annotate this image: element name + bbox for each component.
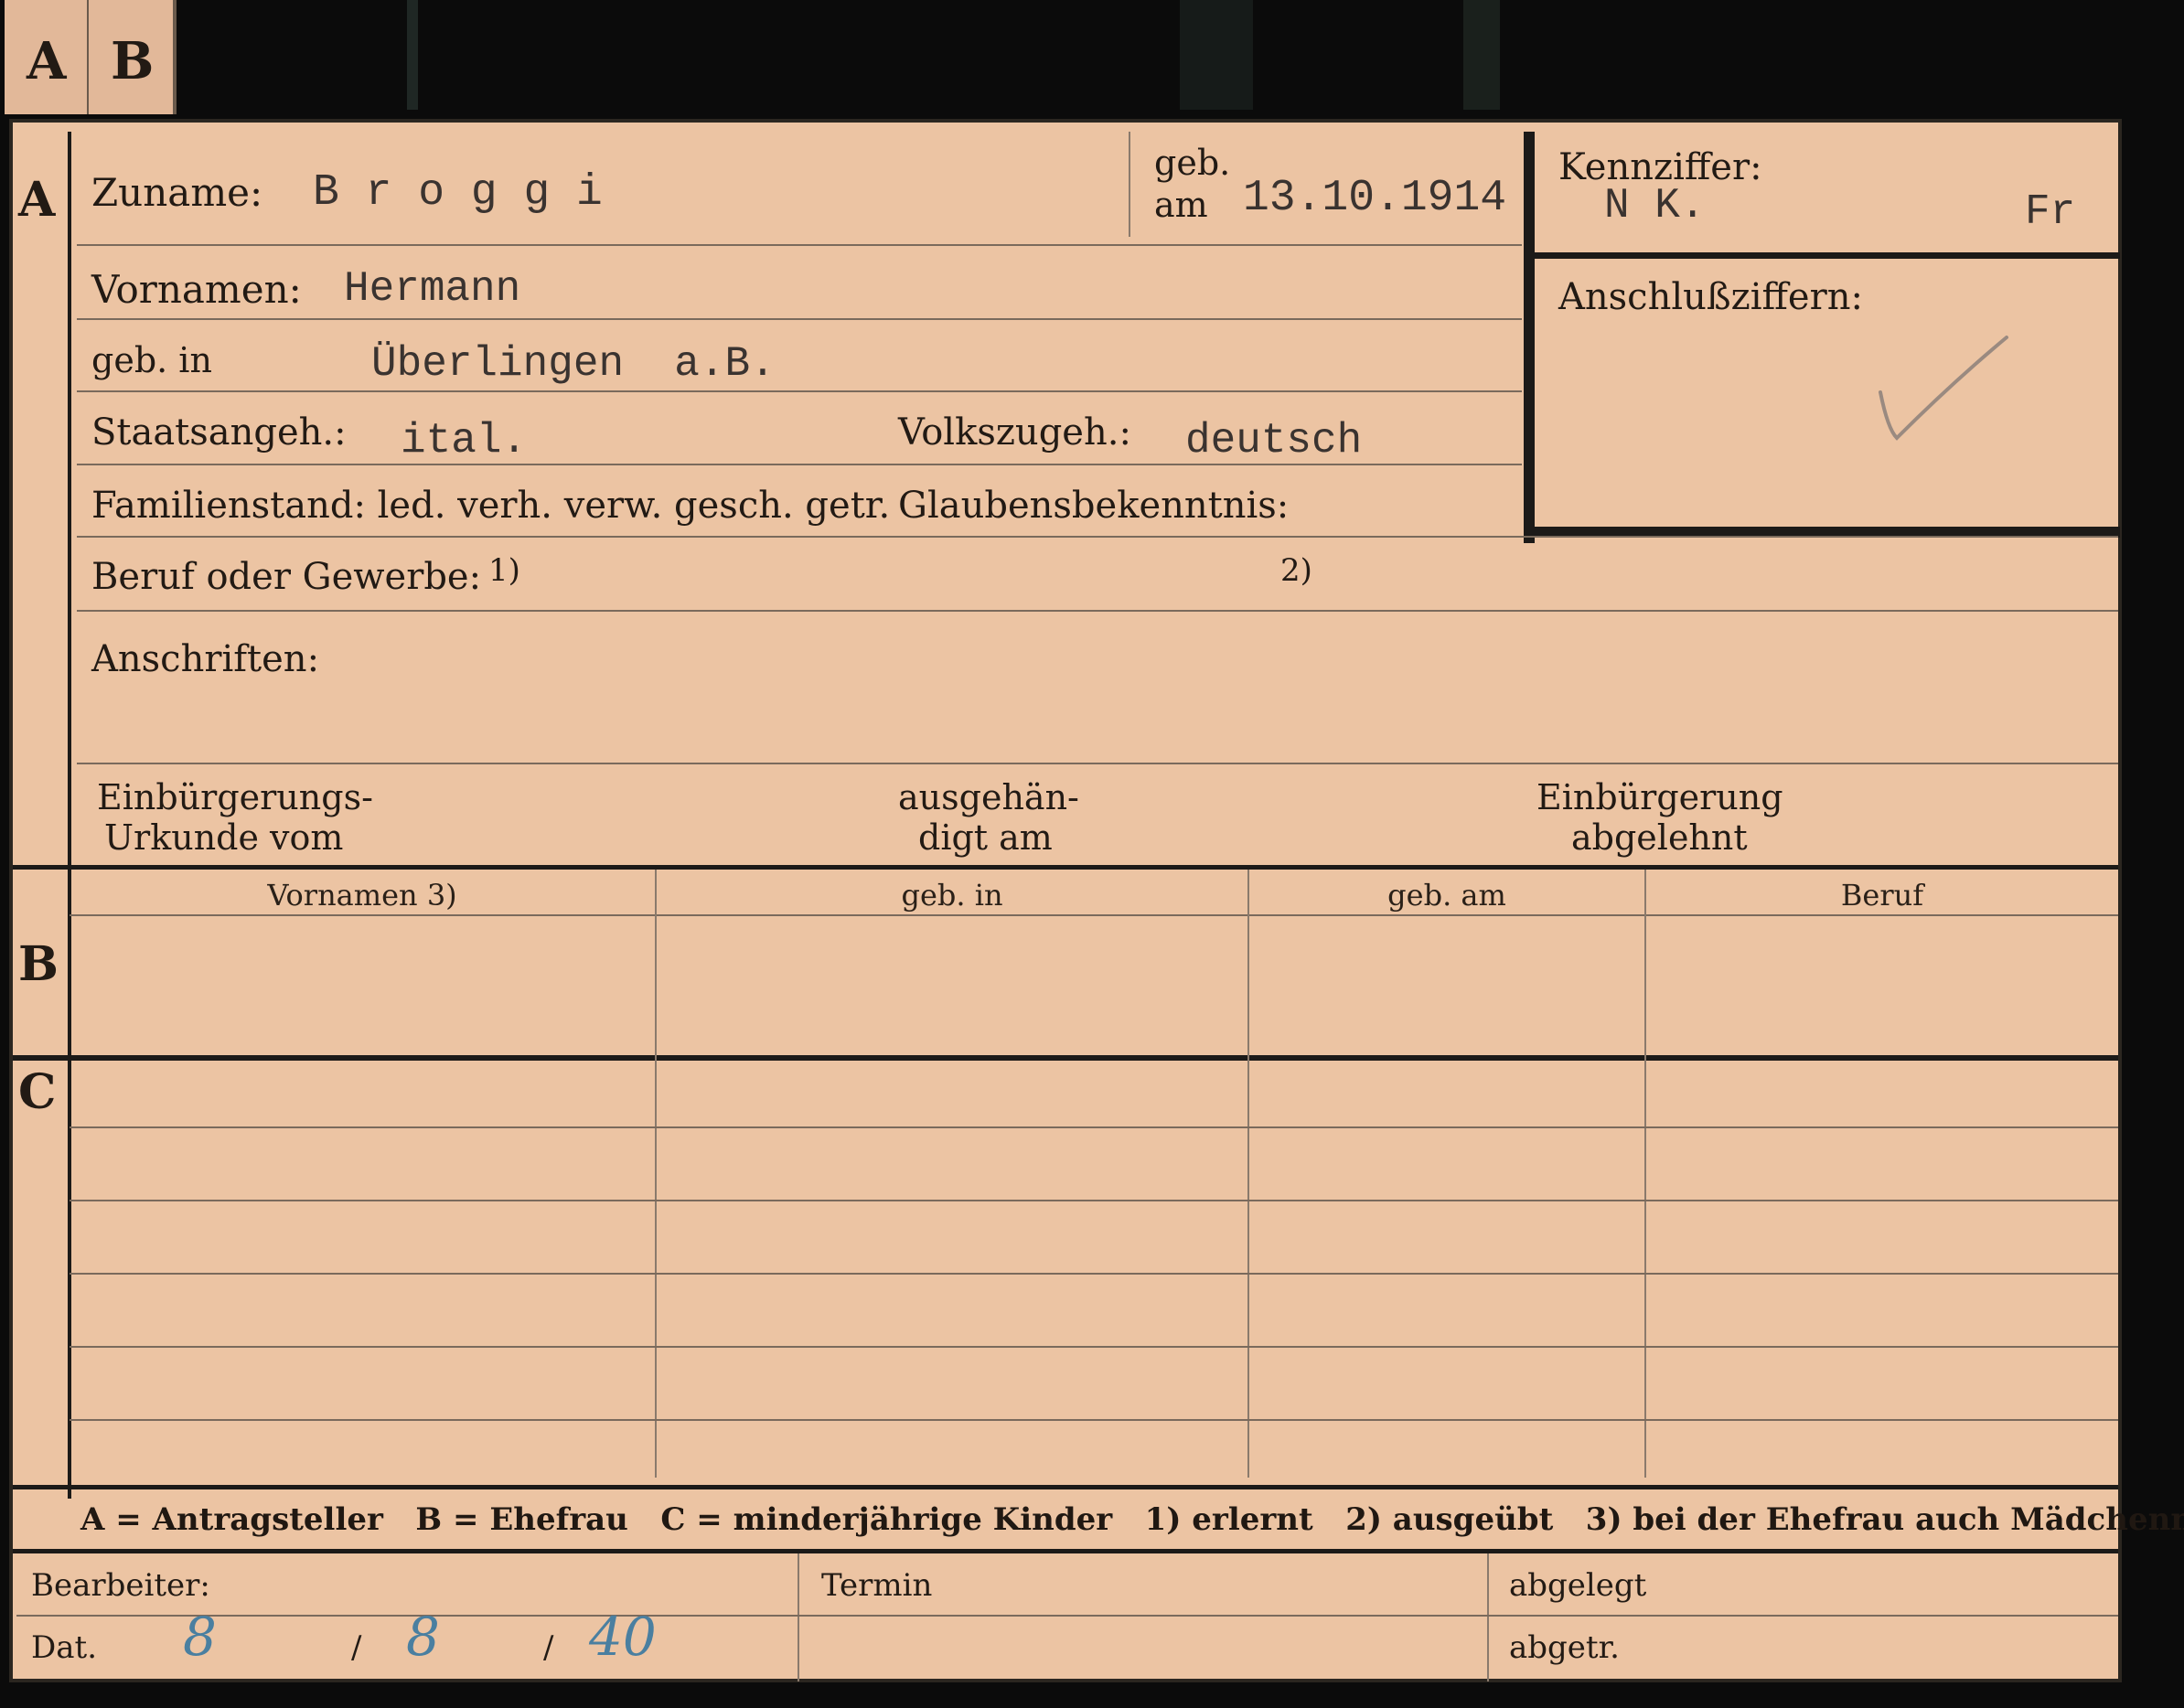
volkszugeh-value[interactable]: deutsch <box>1185 417 1362 464</box>
tab-b[interactable]: B <box>89 0 177 114</box>
registration-card: A B C Zuname: B r o g g i geb. am 13.10.… <box>9 119 2184 1682</box>
legend-top <box>13 1485 2118 1489</box>
table-row-line <box>70 1200 2118 1201</box>
col-divider <box>1247 870 1249 1478</box>
date-month-handwritten: 8 <box>406 1606 440 1668</box>
table-header-line <box>70 914 2118 916</box>
glaubensbekenntnis-label: Glaubensbekenntnis: <box>898 485 1290 527</box>
legend-text: A = Antragsteller B = Ehefrau C = minder… <box>80 1501 2184 1538</box>
scan-stripe <box>1180 0 1253 110</box>
date-day-handwritten: 8 <box>183 1606 217 1668</box>
col-header-vornamen: Vornamen 3) <box>267 878 457 913</box>
zuname-label: Zuname: <box>91 170 263 215</box>
row-line <box>77 536 2118 538</box>
checkmark-icon <box>1879 336 2008 441</box>
section-margin-line <box>68 132 71 1499</box>
row-line <box>77 763 2118 764</box>
geb-am-value[interactable]: 13.10.1914 <box>1243 174 1506 223</box>
table-row-line <box>70 1126 2118 1128</box>
einbuergerung-label: Einbürgerung <box>1536 777 1783 817</box>
col-divider <box>655 870 657 1478</box>
geb-label: geb. <box>1154 143 1231 183</box>
kennziffer-suffix[interactable]: Fr <box>2025 188 2075 236</box>
table-row-line <box>70 1419 2118 1421</box>
table-row-line <box>70 1273 2118 1275</box>
bottom-divider <box>798 1553 799 1681</box>
bottom-row-line <box>16 1615 2118 1617</box>
row-line <box>77 318 1522 320</box>
row-line <box>77 244 1522 246</box>
row-line <box>77 464 1522 465</box>
kennziffer-divider <box>1533 252 2120 259</box>
vornamen-label: Vornamen: <box>91 267 302 312</box>
geb-divider <box>1129 132 1130 237</box>
vornamen-value[interactable]: Hermann <box>344 265 520 313</box>
col-divider <box>1644 870 1646 1478</box>
anschlussziffern-label: Anschlußziffern: <box>1558 276 1863 318</box>
date-separator: / <box>543 1629 554 1666</box>
row-line <box>77 610 2118 612</box>
date-year-handwritten: 40 <box>589 1606 657 1668</box>
geb-in-label: geb. in <box>91 340 212 380</box>
staatsangeh-value[interactable]: ital. <box>401 417 527 464</box>
section-letter-a: A <box>18 172 56 228</box>
zuname-value[interactable]: B r o g g i <box>313 168 603 218</box>
einbuergerungs-label: Einbürgerungs- <box>97 777 373 817</box>
section-letter-b: B <box>18 936 59 992</box>
date-separator: / <box>351 1629 362 1666</box>
bearbeiter-label: Bearbeiter: <box>31 1567 210 1604</box>
row-line <box>77 390 1522 392</box>
section-b-top <box>13 865 2118 870</box>
anschriften-label: Anschriften: <box>91 638 320 680</box>
geb-in-value[interactable]: Überlingen a.B. <box>371 340 776 388</box>
ausgehaen-label: ausgehän- <box>898 777 1079 817</box>
abgetr-label: abgetr. <box>1509 1629 1620 1666</box>
volkszugeh-label: Volkszugeh.: <box>898 411 1131 454</box>
footnote-2-marker: 2) <box>1280 552 1312 589</box>
kennziffer-value[interactable]: N K. <box>1604 182 1705 230</box>
tab-a-label: A <box>27 31 67 91</box>
col-header-geb-am: geb. am <box>1387 878 1506 913</box>
scan-stripe <box>407 0 418 110</box>
table-row-line <box>70 1346 2118 1348</box>
tab-a[interactable]: A <box>5 0 91 114</box>
abgelehnt-label: abgelehnt <box>1571 817 1748 858</box>
tab-b-label: B <box>111 31 155 91</box>
abgelegt-label: abgelegt <box>1509 1567 1647 1604</box>
section-letter-c: C <box>18 1064 57 1120</box>
col-header-geb-in: geb. in <box>901 878 1003 913</box>
legend-bottom <box>13 1549 2118 1553</box>
familienstand-label: Familienstand: led. verh. verw. gesch. g… <box>91 485 891 527</box>
bottom-divider <box>1487 1553 1489 1681</box>
scan-stripe <box>1463 0 1500 110</box>
footnote-1-marker: 1) <box>488 552 520 589</box>
col-header-beruf: Beruf <box>1840 878 1924 913</box>
termin-label: Termin <box>821 1567 933 1604</box>
staatsangeh-label: Staatsangeh.: <box>91 411 347 454</box>
section-c-top <box>13 1055 2118 1061</box>
urkunde-vom-label: Urkunde vom <box>104 817 344 858</box>
digt-am-label: digt am <box>918 817 1053 858</box>
am-label: am <box>1154 185 1208 225</box>
beruf-label: Beruf oder Gewerbe: <box>91 556 482 598</box>
dat-label: Dat. <box>31 1629 98 1666</box>
